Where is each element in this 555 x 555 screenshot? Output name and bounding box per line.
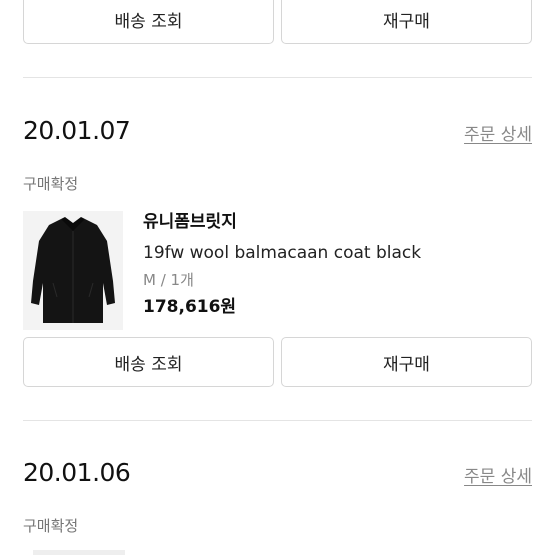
order-date: 20.01.07: [23, 116, 131, 145]
order-date: 20.01.06: [23, 458, 131, 487]
order-item[interactable]: 유니폼브릿지 19fw wool balmacaan coat black M …: [23, 211, 532, 331]
product-name[interactable]: 19fw wool balmacaan coat black: [143, 242, 421, 264]
reorder-button[interactable]: 재구매: [281, 0, 532, 44]
order-detail-link[interactable]: 주문 상세: [464, 120, 532, 145]
divider: [23, 77, 532, 78]
product-price: 178,616원: [143, 297, 237, 317]
track-delivery-button[interactable]: 배송 조회: [23, 0, 274, 44]
product-brand: 유니폼브릿지: [143, 212, 237, 232]
product-option: M / 1개: [143, 271, 194, 289]
product-image[interactable]: [33, 550, 125, 555]
track-delivery-button[interactable]: 배송 조회: [23, 337, 274, 387]
coat-image-icon: [23, 211, 123, 330]
order-actions: 배송 조회 재구매: [23, 337, 532, 387]
order-detail-link[interactable]: 주문 상세: [464, 462, 532, 487]
reorder-button[interactable]: 재구매: [281, 337, 532, 387]
order-status: 구매확정: [23, 175, 79, 193]
previous-order-actions: 배송 조회 재구매: [23, 0, 532, 44]
product-info: 유니폼브릿지 19fw wool balmacaan coat black M …: [143, 211, 421, 318]
order-status: 구매확정: [23, 517, 79, 535]
divider: [23, 420, 532, 421]
product-image[interactable]: [23, 211, 123, 330]
